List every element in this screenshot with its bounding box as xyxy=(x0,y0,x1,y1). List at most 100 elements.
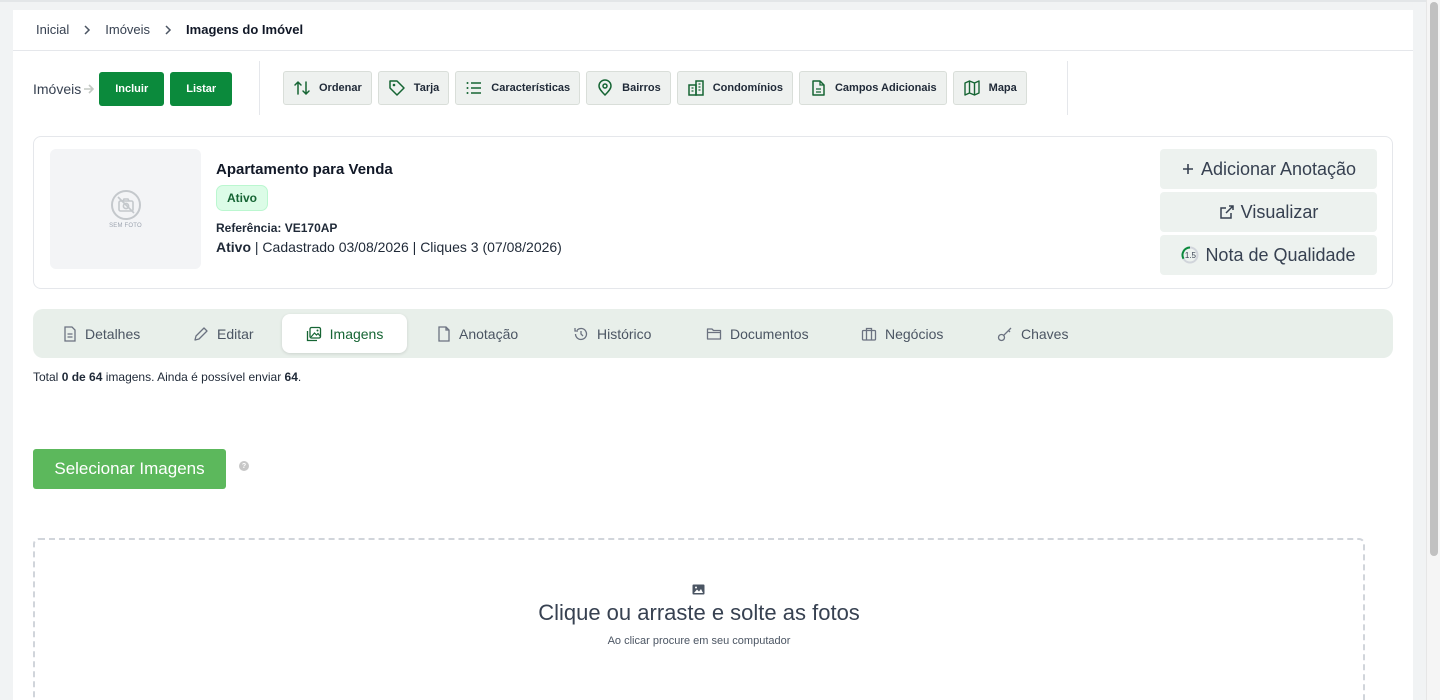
note-icon xyxy=(438,325,450,342)
page-container: Inicial Imóveis Imagens do Imóvel Imóvei… xyxy=(13,10,1413,700)
registered-date: Cadastrado 03/08/2026 xyxy=(262,239,409,255)
images-remaining: 64 xyxy=(284,370,298,384)
tab-deals[interactable]: Negócios xyxy=(861,314,943,353)
tab-details-label: Detalhes xyxy=(85,325,141,342)
total-prefix: Total xyxy=(33,370,59,384)
sort-arrows-icon xyxy=(294,80,310,96)
building-icon xyxy=(687,80,704,96)
document-icon xyxy=(812,80,825,96)
separator: | xyxy=(254,239,259,255)
list-button[interactable]: Listar xyxy=(170,72,233,106)
tag-button[interactable]: Tarja xyxy=(377,71,450,105)
quality-score-value: 1.5 xyxy=(1184,250,1196,260)
upload-dropzone[interactable]: Clique ou arraste e solte as fotos Ao cl… xyxy=(33,538,1365,700)
briefcase-icon xyxy=(861,327,877,341)
external-link-icon xyxy=(1219,205,1234,219)
neighborhoods-button[interactable]: Bairros xyxy=(586,71,671,105)
breadcrumb-current: Imagens do Imóvel xyxy=(186,22,304,37)
clicks-info: Cliques 3 (07/08/2026) xyxy=(420,239,562,255)
toolbar-divider xyxy=(259,61,260,115)
folder-icon xyxy=(706,327,722,340)
arrow-right-icon xyxy=(83,84,95,94)
tab-deals-label: Negócios xyxy=(885,325,944,342)
view-label: Visualizar xyxy=(1240,201,1319,222)
tab-details[interactable]: Detalhes xyxy=(63,314,140,353)
images-count: 0 de 64 xyxy=(61,370,103,384)
toolbar-divider xyxy=(1067,61,1068,115)
total-middle: imagens. Ainda é possível enviar xyxy=(105,370,282,384)
dropzone-title: Clique ou arraste e solte as fotos xyxy=(538,600,860,625)
camera-off-icon xyxy=(110,190,141,220)
map-button[interactable]: Mapa xyxy=(952,71,1027,105)
add-note-label: Adicionar Anotação xyxy=(1200,158,1357,179)
tab-history-label: Histórico xyxy=(597,325,652,342)
condominiums-button[interactable]: Condomínios xyxy=(676,71,793,105)
breadcrumb-divider xyxy=(13,50,1413,51)
breadcrumb-home[interactable]: Inicial xyxy=(36,22,69,37)
dropzone-subtitle: Ao clicar procure em seu computador xyxy=(607,635,791,647)
images-total-info: Total 0 de 64 imagens. Ainda é possível … xyxy=(33,370,301,384)
no-photo-caption: SEM FOTO xyxy=(109,223,142,229)
quality-gauge-icon: 1.5 xyxy=(1181,246,1199,264)
tab-documents-label: Documentos xyxy=(730,325,809,342)
neighborhoods-label: Bairros xyxy=(622,82,661,94)
tab-edit-label: Editar xyxy=(217,325,254,342)
toolbar-label: Imóveis xyxy=(33,81,82,97)
property-title: Apartamento para Venda xyxy=(216,161,393,178)
select-images-button[interactable]: Selecionar Imagens xyxy=(33,449,226,489)
property-photo-placeholder: SEM FOTO xyxy=(50,149,201,269)
top-border xyxy=(0,0,1440,2)
view-button[interactable]: Visualizar xyxy=(1160,192,1377,232)
property-reference: Referência: VE170AP xyxy=(216,221,337,235)
tab-notes-label: Anotação xyxy=(459,325,519,342)
scrollbar-thumb[interactable] xyxy=(1430,2,1438,556)
sort-button[interactable]: Ordenar xyxy=(283,71,372,105)
condominiums-label: Condomínios xyxy=(712,82,783,94)
include-button[interactable]: Incluir xyxy=(99,72,165,106)
help-icon[interactable]: ? xyxy=(239,461,249,471)
chevron-right-icon xyxy=(164,24,172,35)
tab-keys[interactable]: Chaves xyxy=(997,314,1068,353)
tab-images-label: Imagens xyxy=(329,325,384,342)
imoveis-toolbar: Imóveis Incluir Listar xyxy=(33,71,238,107)
pencil-icon xyxy=(194,326,208,341)
tag-label: Tarja xyxy=(413,82,440,94)
breadcrumb: Inicial Imóveis Imagens do Imóvel xyxy=(36,22,303,37)
features-label: Características xyxy=(491,82,571,94)
quality-score-button[interactable]: 1.5 Nota de Qualidade xyxy=(1160,235,1377,275)
map-label: Mapa xyxy=(988,82,1017,94)
separator: | xyxy=(412,239,417,255)
status-badge: Ativo xyxy=(216,185,268,211)
tab-history[interactable]: Histórico xyxy=(573,314,651,353)
features-button[interactable]: Características xyxy=(455,71,581,105)
additional-fields-button[interactable]: Campos Adicionais xyxy=(798,71,947,105)
reference-label: Referência: xyxy=(216,221,282,235)
tab-images[interactable]: Imagens xyxy=(282,314,407,353)
property-tabs: Detalhes Editar Imagens Anotação Históri… xyxy=(33,309,1393,358)
history-icon xyxy=(574,327,588,340)
property-card: SEM FOTO Apartamento para Venda Ativo Re… xyxy=(33,136,1393,289)
tab-documents[interactable]: Documentos xyxy=(706,314,809,353)
images-icon xyxy=(306,326,321,341)
status-text: Ativo xyxy=(216,239,251,255)
property-actions: Adicionar Anotação Visualizar 1.5 Nota d… xyxy=(1160,149,1377,275)
add-note-button[interactable]: Adicionar Anotação xyxy=(1160,149,1377,189)
tab-notes[interactable]: Anotação xyxy=(437,314,518,353)
chevron-right-icon xyxy=(83,24,91,35)
map-pin-icon xyxy=(598,79,612,97)
tools-group: Ordenar Tarja Características Bairros Co… xyxy=(283,71,1027,105)
document-icon xyxy=(64,325,76,342)
page-scrollbar[interactable] xyxy=(1426,0,1440,700)
sort-label: Ordenar xyxy=(319,82,362,94)
image-icon xyxy=(692,584,705,595)
quality-label: Nota de Qualidade xyxy=(1205,244,1356,265)
list-icon xyxy=(466,82,482,94)
tab-keys-label: Chaves xyxy=(1021,325,1069,342)
breadcrumb-imoveis[interactable]: Imóveis xyxy=(105,22,150,37)
total-suffix: . xyxy=(297,370,302,384)
map-icon xyxy=(963,80,980,96)
property-status-line: Ativo | Cadastrado 03/08/2026 | Cliques … xyxy=(216,239,562,255)
additional-fields-label: Campos Adicionais xyxy=(834,82,937,94)
plus-icon xyxy=(1182,164,1193,174)
tab-edit[interactable]: Editar xyxy=(193,314,254,353)
